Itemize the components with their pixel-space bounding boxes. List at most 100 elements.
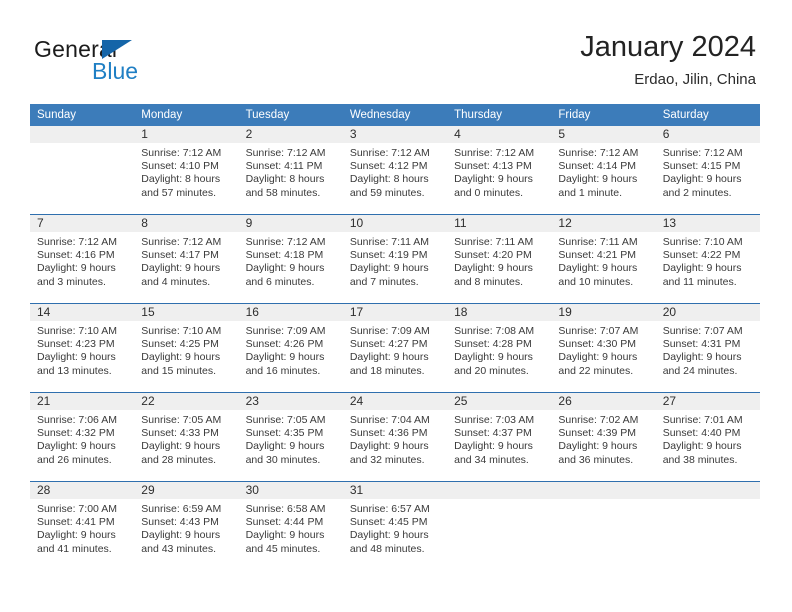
sunrise-text: Sunrise: 7:12 AM <box>245 147 326 159</box>
calendar-day-cell[interactable]: 14 Sunrise: 7:10 AM Sunset: 4:23 PM Dayligh… <box>30 303 135 393</box>
sunset-text: Sunset: 4:13 PM <box>454 160 532 173</box>
day-details: Sunrise: 7:03 AM Sunset: 4:37 PM Daylight:… <box>447 410 551 467</box>
day-details: Sunrise: 7:12 AM Sunset: 4:11 PM Daylight:… <box>239 143 343 200</box>
sunrise-text: Sunrise: 7:03 AM <box>454 414 535 426</box>
calendar-day-cell[interactable]: 18 Sunrise: 7:08 AM Sunset: 4:28 PM Dayligh… <box>447 303 552 393</box>
day-cell-inner: 4 Sunrise: 7:12 AM Sunset: 4:13 PM Daylight… <box>447 126 552 214</box>
sunrise-text: Sunrise: 7:11 AM <box>558 236 638 248</box>
daylight-text: Daylight: 9 hours and 1 minute. <box>558 173 638 199</box>
calendar-week-row: 7 Sunrise: 7:12 AM Sunset: 4:16 PM Daylight… <box>30 214 760 304</box>
day-cell-inner: 6 Sunrise: 7:12 AM Sunset: 4:15 PM Daylight… <box>655 126 760 214</box>
calendar-day-cell[interactable]: 31 Sunrise: 6:57 AM Sunset: 4:45 PM Dayligh… <box>342 481 448 570</box>
day-details: Sunrise: 7:10 AM Sunset: 4:23 PM Daylight:… <box>30 321 134 378</box>
sunrise-text: Sunrise: 7:05 AM <box>245 414 326 426</box>
day-details: Sunrise: 7:07 AM Sunset: 4:30 PM Daylight:… <box>551 321 655 378</box>
calendar-body: 1 Sunrise: 7:12 AM Sunset: 4:10 PM Daylight… <box>30 126 760 570</box>
day-details: Sunrise: 7:01 AM Sunset: 4:40 PM Daylight:… <box>656 410 760 467</box>
weekday-header-thursday: Thursday <box>447 104 552 126</box>
calendar-day-cell[interactable]: 25 Sunrise: 7:03 AM Sunset: 4:37 PM Dayligh… <box>447 392 552 482</box>
day-number: 28 <box>30 482 135 499</box>
sunset-text: Sunset: 4:26 PM <box>245 338 324 351</box>
calendar-day-cell[interactable]: 9 Sunrise: 7:12 AM Sunset: 4:18 PM Daylight… <box>238 214 343 304</box>
calendar-week-row: 14 Sunrise: 7:10 AM Sunset: 4:23 PM Dayligh… <box>30 303 760 393</box>
day-number: 26 <box>551 393 656 410</box>
calendar-empty-cell <box>655 481 760 570</box>
sunrise-text: Sunrise: 7:02 AM <box>558 414 639 426</box>
day-details: Sunrise: 7:02 AM Sunset: 4:39 PM Daylight:… <box>551 410 655 467</box>
calendar-day-cell[interactable]: 29 Sunrise: 6:59 AM Sunset: 4:43 PM Dayligh… <box>134 481 239 570</box>
calendar-day-cell[interactable]: 24 Sunrise: 7:04 AM Sunset: 4:36 PM Dayligh… <box>342 392 448 482</box>
calendar-day-cell[interactable]: 27 Sunrise: 7:01 AM Sunset: 4:40 PM Dayligh… <box>655 392 760 482</box>
calendar-day-cell[interactable]: 20 Sunrise: 7:07 AM Sunset: 4:31 PM Dayligh… <box>655 303 760 393</box>
day-details: Sunrise: 7:11 AM Sunset: 4:20 PM Daylight:… <box>447 232 551 289</box>
sunset-text: Sunset: 4:40 PM <box>662 427 741 440</box>
day-number: 19 <box>551 304 656 321</box>
sunset-text: Sunset: 4:10 PM <box>141 160 219 173</box>
calendar-day-cell[interactable]: 10 Sunrise: 7:11 AM Sunset: 4:19 PM Dayligh… <box>342 214 448 304</box>
calendar-table: Sunday Monday Tuesday Wednesday Thursday… <box>30 104 760 570</box>
sunrise-text: Sunrise: 7:06 AM <box>37 414 117 426</box>
weekday-header-row: Sunday Monday Tuesday Wednesday Thursday… <box>30 104 760 126</box>
daylight-text: Daylight: 9 hours and 2 minutes. <box>662 173 742 199</box>
day-number: 7 <box>30 215 135 232</box>
location-subtitle: Erdao, Jilin, China <box>634 71 756 88</box>
day-number: 10 <box>342 215 448 232</box>
calendar-day-cell[interactable]: 6 Sunrise: 7:12 AM Sunset: 4:15 PM Daylight… <box>655 126 760 215</box>
calendar-day-cell[interactable]: 22 Sunrise: 7:05 AM Sunset: 4:33 PM Dayligh… <box>134 392 239 482</box>
daylight-text: Daylight: 9 hours and 48 minutes. <box>349 529 429 555</box>
day-details: Sunrise: 6:57 AM Sunset: 4:45 PM Daylight:… <box>343 499 447 556</box>
calendar-day-cell[interactable]: 11 Sunrise: 7:11 AM Sunset: 4:20 PM Dayligh… <box>447 214 552 304</box>
day-details: Sunrise: 6:58 AM Sunset: 4:44 PM Daylight:… <box>239 499 343 556</box>
calendar-day-cell[interactable]: 17 Sunrise: 7:09 AM Sunset: 4:27 PM Dayligh… <box>342 303 448 393</box>
calendar-day-cell[interactable]: 1 Sunrise: 7:12 AM Sunset: 4:10 PM Daylight… <box>134 126 239 215</box>
calendar-day-cell[interactable]: 16 Sunrise: 7:09 AM Sunset: 4:26 PM Dayligh… <box>238 303 343 393</box>
day-number: 15 <box>134 304 239 321</box>
day-details: Sunrise: 7:09 AM Sunset: 4:26 PM Daylight:… <box>239 321 343 378</box>
day-cell-inner <box>655 482 760 570</box>
calendar-day-cell[interactable]: 2 Sunrise: 7:12 AM Sunset: 4:11 PM Daylight… <box>238 126 343 215</box>
calendar-day-cell[interactable]: 30 Sunrise: 6:58 AM Sunset: 4:44 PM Dayligh… <box>238 481 343 570</box>
calendar-empty-cell <box>447 481 552 570</box>
brand-word-blue: Blue <box>92 58 139 84</box>
sunrise-text: Sunrise: 7:01 AM <box>662 414 743 426</box>
day-details: Sunrise: 7:12 AM Sunset: 4:16 PM Daylight:… <box>30 232 134 289</box>
day-details: Sunrise: 7:11 AM Sunset: 4:21 PM Daylight:… <box>551 232 655 289</box>
daylight-text: Daylight: 9 hours and 10 minutes. <box>558 262 638 288</box>
day-cell-inner: 5 Sunrise: 7:12 AM Sunset: 4:14 PM Daylight… <box>551 126 656 214</box>
sunrise-text: Sunrise: 7:05 AM <box>141 414 222 426</box>
general-blue-logo[interactable]: General Blue <box>34 36 254 88</box>
day-cell-inner: 24 Sunrise: 7:04 AM Sunset: 4:36 PM Dayligh… <box>342 393 448 481</box>
calendar-day-cell[interactable]: 3 Sunrise: 7:12 AM Sunset: 4:12 PM Daylight… <box>342 126 448 215</box>
day-cell-inner: 23 Sunrise: 7:05 AM Sunset: 4:35 PM Dayligh… <box>238 393 343 481</box>
daylight-text: Daylight: 9 hours and 26 minutes. <box>37 440 116 466</box>
day-details: Sunrise: 7:12 AM Sunset: 4:13 PM Daylight:… <box>447 143 551 200</box>
calendar-day-cell[interactable]: 4 Sunrise: 7:12 AM Sunset: 4:13 PM Daylight… <box>447 126 552 215</box>
day-number: 27 <box>655 393 760 410</box>
calendar-day-cell[interactable]: 8 Sunrise: 7:12 AM Sunset: 4:17 PM Daylight… <box>134 214 239 304</box>
day-cell-inner: 26 Sunrise: 7:02 AM Sunset: 4:39 PM Dayligh… <box>551 393 656 481</box>
sunrise-text: Sunrise: 7:12 AM <box>141 147 222 159</box>
day-number: 9 <box>238 215 343 232</box>
calendar-day-cell[interactable]: 7 Sunrise: 7:12 AM Sunset: 4:16 PM Daylight… <box>30 214 135 304</box>
calendar-day-cell[interactable]: 23 Sunrise: 7:05 AM Sunset: 4:35 PM Dayligh… <box>238 392 343 482</box>
day-number: 25 <box>447 393 552 410</box>
day-number <box>655 482 760 499</box>
calendar-day-cell[interactable]: 19 Sunrise: 7:07 AM Sunset: 4:30 PM Dayligh… <box>551 303 656 393</box>
calendar-day-cell[interactable]: 15 Sunrise: 7:10 AM Sunset: 4:25 PM Dayligh… <box>134 303 239 393</box>
day-number: 12 <box>551 215 656 232</box>
daylight-text: Daylight: 9 hours and 28 minutes. <box>141 440 221 466</box>
day-number: 17 <box>342 304 448 321</box>
calendar-day-cell[interactable]: 26 Sunrise: 7:02 AM Sunset: 4:39 PM Dayligh… <box>551 392 656 482</box>
title-block: January 2024 Erdao, Jilin, China <box>580 30 756 90</box>
day-details: Sunrise: 7:09 AM Sunset: 4:27 PM Daylight:… <box>343 321 447 378</box>
calendar-day-cell[interactable]: 12 Sunrise: 7:11 AM Sunset: 4:21 PM Dayligh… <box>551 214 656 304</box>
sunrise-text: Sunrise: 7:04 AM <box>349 414 430 426</box>
calendar-day-cell[interactable]: 5 Sunrise: 7:12 AM Sunset: 4:14 PM Daylight… <box>551 126 656 215</box>
day-number: 16 <box>238 304 343 321</box>
calendar-week-row: 1 Sunrise: 7:12 AM Sunset: 4:10 PM Daylight… <box>30 126 760 215</box>
calendar-day-cell[interactable]: 13 Sunrise: 7:10 AM Sunset: 4:22 PM Dayligh… <box>655 214 760 304</box>
sunrise-text: Sunrise: 7:12 AM <box>662 147 743 159</box>
calendar-day-cell[interactable]: 21 Sunrise: 7:06 AM Sunset: 4:32 PM Dayligh… <box>30 392 135 482</box>
calendar-day-cell[interactable]: 28 Sunrise: 7:00 AM Sunset: 4:41 PM Dayligh… <box>30 481 135 570</box>
sunrise-text: Sunrise: 7:11 AM <box>349 236 430 248</box>
